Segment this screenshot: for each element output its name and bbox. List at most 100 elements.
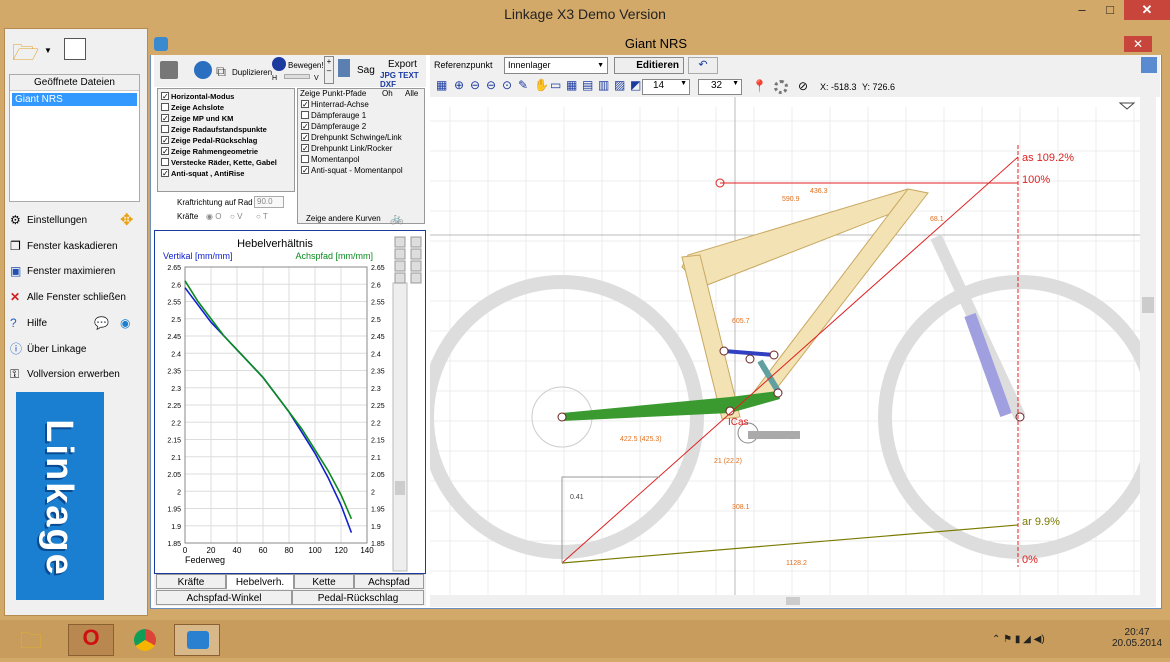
checkbox-checks_left-7[interactable]: ✓ Anti-squat , AntiRise xyxy=(158,168,294,179)
move-arrows-icon[interactable]: ✥ xyxy=(120,210,133,230)
bike-drawing[interactable]: as 109.2% 100% ar 9.9% 0% ICas 436.3 590.9 68.1… xyxy=(420,97,1162,607)
edit-button[interactable]: Editieren xyxy=(614,57,684,74)
move-label[interactable]: Bewegen! xyxy=(288,61,324,70)
checkbox-paths.items-6[interactable]: ✓ Anti-squat - Momentanpol xyxy=(298,165,424,176)
new-bike-icon[interactable] xyxy=(64,38,86,60)
child-close-button[interactable]: ✕ xyxy=(1124,36,1152,52)
zoom-out-icon[interactable]: ⊖ xyxy=(470,78,480,92)
radio-t[interactable]: ○ T xyxy=(256,212,268,221)
maximize-button[interactable]: □ xyxy=(1096,0,1124,20)
checkbox-box[interactable]: ✓ xyxy=(161,92,169,101)
minimize-button[interactable]: – xyxy=(1068,0,1096,20)
linkage-taskbar-icon[interactable] xyxy=(174,624,220,656)
measure-icon[interactable]: ⊘ xyxy=(798,79,808,93)
chart-icon[interactable]: ▥ xyxy=(598,78,609,92)
force-direction-input[interactable]: 90.0 xyxy=(254,196,284,208)
play-icon[interactable] xyxy=(272,57,286,71)
zoom-minus-icon[interactable]: ⊖ xyxy=(486,78,496,92)
radio-v[interactable]: ○ V xyxy=(230,212,242,221)
checkbox-box[interactable] xyxy=(161,125,169,133)
export-formats[interactable]: JPG TEXT DXF xyxy=(380,71,426,89)
select-14[interactable]: 14 ▼ xyxy=(642,79,690,95)
menu-maximize[interactable]: ▣ Fenster maximieren xyxy=(10,263,115,281)
checkbox-checks_left-6[interactable]: Verstecke Räder, Kette, Gabel xyxy=(158,157,294,168)
checkbox-paths.items-5[interactable]: Momentanpol xyxy=(298,154,424,165)
layers-icon[interactable]: ▨ xyxy=(614,78,625,92)
checkbox-paths.items-0[interactable]: ✓ Hinterrad-Achse xyxy=(298,99,424,110)
menu-buy[interactable]: ⚿ Vollversion erwerben xyxy=(10,366,120,384)
tab-3[interactable]: Achspfad xyxy=(354,574,424,589)
chrome-icon[interactable] xyxy=(122,624,168,656)
menu-close-all[interactable]: ✕ Alle Fenster schließen xyxy=(10,289,126,307)
globe-icon[interactable]: ◉ xyxy=(120,316,130,330)
checkbox-checks_left-5[interactable]: ✓ Zeige Rahmengeometrie xyxy=(158,146,294,157)
checkbox-box[interactable]: ✓ xyxy=(301,144,309,153)
globe-icon[interactable] xyxy=(194,61,212,79)
grid-toggle-icon[interactable]: ▦ xyxy=(436,78,447,92)
open-file-item[interactable]: Giant NRS xyxy=(12,93,137,106)
chevron-down-icon[interactable]: ▼ xyxy=(44,46,52,55)
bike-icon[interactable]: 🚲 xyxy=(390,212,404,225)
checkbox-box[interactable]: ✓ xyxy=(161,147,169,156)
tab-row2-1[interactable]: Pedal-Rückschlag xyxy=(292,590,424,605)
zoom-in-icon[interactable]: ⊕ xyxy=(454,78,464,92)
sag-label[interactable]: Sag xyxy=(357,65,375,76)
clock[interactable]: 20:47 20.05.2014 xyxy=(1112,627,1162,649)
document-icon[interactable] xyxy=(338,59,350,77)
checkbox-box[interactable] xyxy=(161,103,169,111)
zoom-fit-icon[interactable]: ⊙ xyxy=(502,78,512,92)
checkbox-box[interactable]: ✓ xyxy=(161,136,169,145)
export-label[interactable]: Export xyxy=(388,59,417,70)
select-32[interactable]: 32 ▼ xyxy=(698,79,742,95)
checkbox-checks_left-1[interactable]: Zeige Achslote xyxy=(158,102,294,113)
tray-icons[interactable]: ⌃ ⚑ ▮ ◢ ◀) xyxy=(992,634,1045,645)
ruler-icon[interactable]: ▭ xyxy=(550,78,561,92)
pen-icon[interactable]: ✎ xyxy=(518,78,528,92)
menu-help[interactable]: ? Hilfe xyxy=(10,315,47,333)
close-button[interactable]: ✕ xyxy=(1124,0,1170,20)
opera-icon[interactable]: O xyxy=(68,624,114,656)
checkbox-box[interactable]: ✓ xyxy=(301,122,309,131)
checkbox-checks_left-3[interactable]: Zeige Radaufstandspunkte xyxy=(158,124,294,135)
radio-o[interactable]: ◉ O xyxy=(206,212,221,221)
window-icon[interactable] xyxy=(1141,57,1157,73)
duplicate-icon[interactable]: ⧉ xyxy=(216,63,226,80)
chat-icon[interactable]: 💬 xyxy=(94,316,109,330)
tab-1[interactable]: Hebelverh. xyxy=(226,574,294,589)
menu-settings[interactable]: ⚙ Einstellungen xyxy=(10,212,87,230)
open-folder-icon[interactable]: 🗁 xyxy=(12,36,42,65)
checkbox-box[interactable] xyxy=(301,111,309,119)
checkbox-box[interactable]: ✓ xyxy=(301,166,309,175)
tab-row2-0[interactable]: Achspfad-Winkel xyxy=(156,590,292,605)
explorer-icon[interactable]: 🗀 xyxy=(20,624,66,656)
drawing-canvas[interactable]: as 109.2% 100% ar 9.9% 0% ICas 436.3 590.9 68.1… xyxy=(420,97,1162,607)
tab-0[interactable]: Kräfte xyxy=(156,574,226,589)
grid-icon[interactable]: ▦ xyxy=(566,78,577,92)
color-icon[interactable]: ◩ xyxy=(630,78,641,92)
checkbox-paths.items-2[interactable]: ✓ Dämpferauge 2 xyxy=(298,121,424,132)
checkbox-checks_left-0[interactable]: ✓ Horizontal-Modus xyxy=(158,91,294,102)
menu-cascade[interactable]: ❐ Fenster kaskadieren xyxy=(10,238,118,256)
printer-icon[interactable] xyxy=(160,61,178,79)
menu-about[interactable]: ⓘ Über Linkage xyxy=(10,341,86,359)
checkbox-paths.items-4[interactable]: ✓ Drehpunkt Link/Rocker xyxy=(298,143,424,154)
ref-point-select[interactable]: Innenlager ▼ xyxy=(504,57,608,74)
checkbox-paths.items-1[interactable]: Dämpferauge 1 xyxy=(298,110,424,121)
speed-slider[interactable] xyxy=(284,74,310,79)
paths-oh[interactable]: Oh xyxy=(382,89,393,98)
checkbox-checks_left-2[interactable]: ✓ Zeige MP und KM xyxy=(158,113,294,124)
checkbox-box[interactable]: ✓ xyxy=(161,169,169,178)
checkbox-box[interactable] xyxy=(301,155,309,163)
checkbox-checks_left-4[interactable]: ✓ Zeige Pedal-Rückschlag xyxy=(158,135,294,146)
checkbox-box[interactable] xyxy=(161,158,169,166)
other-curves-link[interactable]: Zeige andere Kurven xyxy=(306,214,381,223)
checkbox-paths.items-3[interactable]: ✓ Drehpunkt Schwinge/Link xyxy=(298,132,424,143)
checkbox-box[interactable]: ✓ xyxy=(301,133,309,142)
gear-icon[interactable] xyxy=(774,80,788,94)
sag-stepper[interactable]: + – xyxy=(324,56,334,84)
tab-2[interactable]: Kette xyxy=(294,574,354,589)
table-icon[interactable]: ▤ xyxy=(582,78,593,92)
paths-all[interactable]: Alle xyxy=(405,89,418,98)
checkbox-box[interactable]: ✓ xyxy=(161,114,169,123)
pin-icon[interactable]: 📍 xyxy=(752,79,767,93)
